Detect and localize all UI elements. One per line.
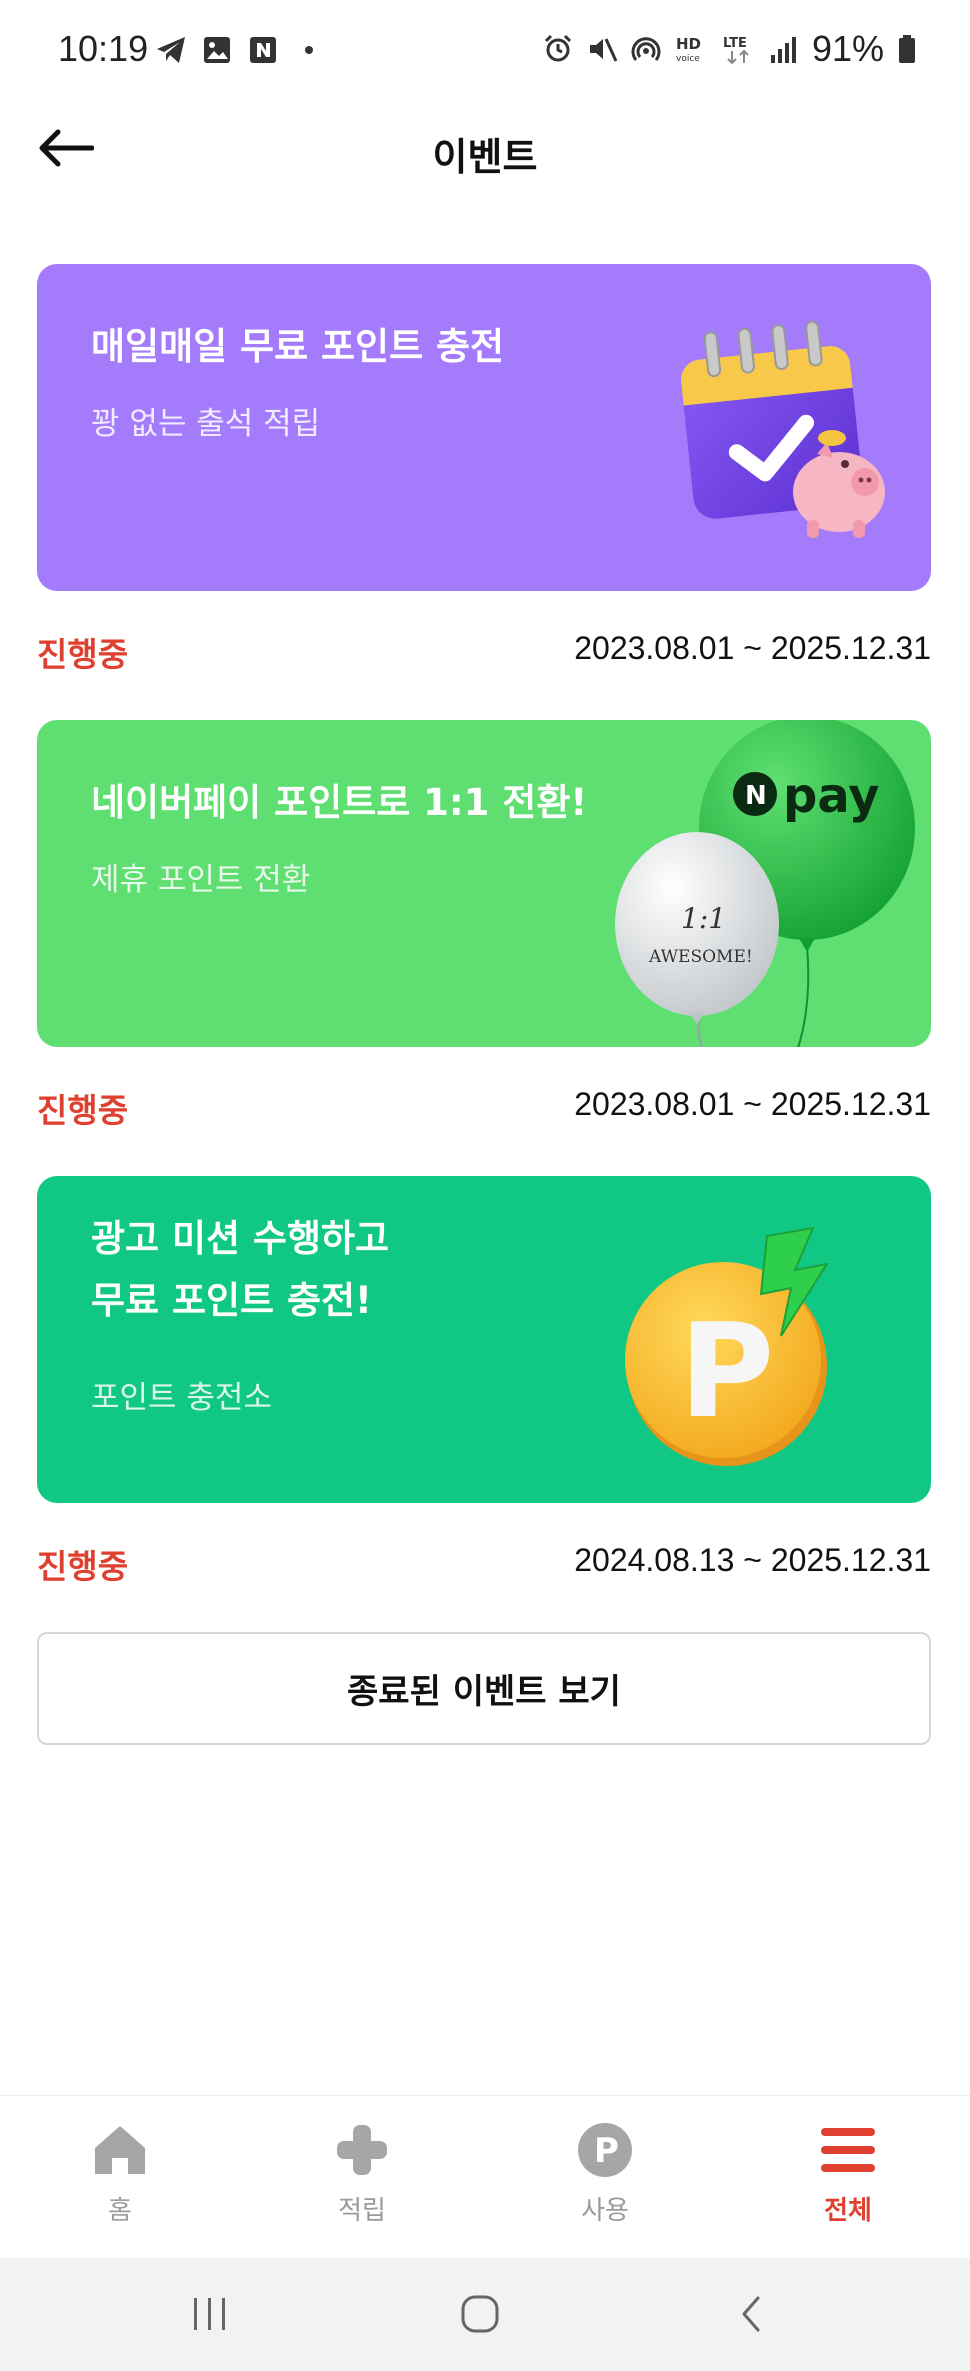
hotspot-icon	[630, 33, 662, 65]
event-meta: 진행중 2024.08.13 ~ 2025.12.31	[37, 1534, 931, 1586]
battery-icon	[896, 33, 918, 65]
telegram-icon	[155, 34, 187, 66]
home-system-button[interactable]	[440, 2286, 520, 2346]
lte-icon: LTE	[722, 33, 756, 65]
alarm-icon	[542, 33, 574, 65]
status-badge: 진행중	[37, 1091, 129, 1130]
recent-apps-button[interactable]	[170, 2286, 250, 2346]
nav-use-letter: P	[594, 2131, 619, 2171]
event-card-npay-conversion[interactable]: 네이버페이 포인트로 1:1 전환! 제휴 포인트 전환 N pay 1:1 A…	[37, 720, 931, 1047]
point-coin-icon: P	[617, 1226, 847, 1470]
chevron-left-icon	[732, 2294, 772, 2338]
status-badge: 진행중	[37, 1547, 129, 1586]
system-back-button[interactable]	[712, 2286, 792, 2346]
balloon-ratio-text: 1:1	[681, 902, 726, 935]
status-right-icons: HD voice LTE 91%	[542, 28, 918, 70]
balloon-awesome-text: AWESOME!	[648, 947, 753, 967]
event-subtitle: 포인트 충전소	[91, 1380, 272, 1416]
dot-icon	[293, 34, 325, 66]
event-title: 매일매일 무료 포인트 충전	[91, 325, 505, 368]
page-title: 이벤트	[432, 135, 538, 179]
naver-icon	[247, 34, 279, 66]
svg-text:LTE: LTE	[723, 36, 747, 51]
view-ended-events-button[interactable]: 종료된 이벤트 보기	[37, 1632, 931, 1745]
event-card-attendance[interactable]: 매일매일 무료 포인트 충전 꽝 없는 출석 적립	[37, 264, 931, 591]
calendar-piggybank-icon	[657, 314, 897, 568]
event-title-line-1: 광고 미션 수행하고	[91, 1217, 390, 1260]
event-subtitle: 꽝 없는 출석 적립	[91, 406, 321, 442]
nav-label-home: 홈	[108, 2196, 132, 2226]
nav-item-home[interactable]: 홈	[40, 2120, 200, 2240]
event-meta: 진행중 2023.08.01 ~ 2025.12.31	[37, 1078, 931, 1130]
mute-icon	[586, 33, 618, 65]
nav-item-use[interactable]: P 사용	[525, 2120, 685, 2240]
event-period: 2024.08.13 ~ 2025.12.31	[574, 1542, 931, 1578]
svg-text:voice: voice	[676, 54, 700, 64]
gallery-icon	[201, 34, 233, 66]
battery-percent: 91%	[811, 28, 884, 69]
home-circle-icon	[460, 2294, 500, 2338]
point-p-icon: P	[575, 2120, 635, 2180]
plus-icon	[332, 2120, 392, 2180]
recent-apps-icon	[190, 2294, 230, 2338]
signal-icon	[768, 33, 800, 65]
status-badge: 진행중	[37, 635, 129, 674]
npay-badge-letter: N	[745, 781, 767, 811]
app-header: 이벤트	[0, 100, 970, 200]
event-period: 2023.08.01 ~ 2025.12.31	[574, 630, 931, 666]
balloons-icon: N pay 1:1 AWESOME!	[577, 720, 931, 1047]
status-time: 10:19	[58, 28, 149, 69]
event-card-ad-mission[interactable]: 광고 미션 수행하고 무료 포인트 충전! 포인트 충전소 P	[37, 1176, 931, 1503]
status-bar: 10:19 HD voice LTE 91%	[0, 0, 970, 100]
coin-letter: P	[679, 1295, 774, 1447]
npay-balloon-text: pay	[783, 768, 880, 824]
event-subtitle: 제휴 포인트 전환	[91, 862, 311, 898]
home-icon	[90, 2120, 150, 2180]
event-title: 네이버페이 포인트로 1:1 전환!	[91, 781, 588, 824]
event-title-line-2: 무료 포인트 충전!	[91, 1279, 372, 1322]
nav-item-all[interactable]: 전체	[768, 2120, 928, 2240]
nav-label-use: 사용	[581, 2196, 629, 2226]
status-left-icons	[155, 34, 325, 66]
nav-label-all: 전체	[824, 2196, 872, 2226]
menu-icon	[818, 2120, 878, 2180]
system-nav-bar	[0, 2258, 970, 2371]
event-period: 2023.08.01 ~ 2025.12.31	[574, 1086, 931, 1122]
svg-text:HD: HD	[676, 35, 701, 53]
event-meta: 진행중 2023.08.01 ~ 2025.12.31	[37, 622, 931, 674]
nav-label-earn: 적립	[338, 2196, 386, 2226]
bottom-nav: 홈 적립 P 사용 전체	[0, 2095, 970, 2258]
hd-voice-icon: HD voice	[674, 33, 710, 65]
nav-item-earn[interactable]: 적립	[282, 2120, 442, 2240]
